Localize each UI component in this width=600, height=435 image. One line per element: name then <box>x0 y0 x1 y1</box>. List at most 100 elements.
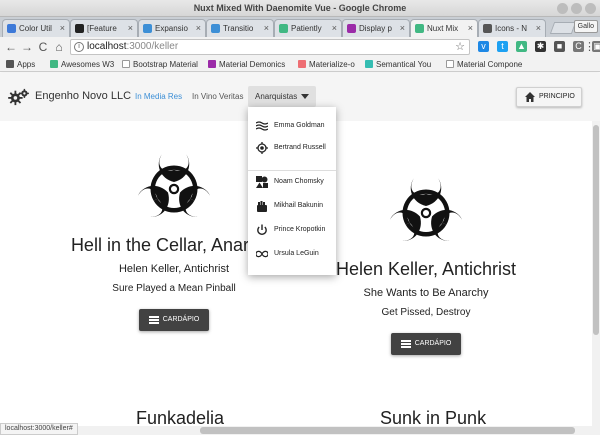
dropdown-item-noam-chomsky[interactable]: Noam Chomsky <box>248 171 336 193</box>
bookmark-label: Materialize-o <box>309 60 355 69</box>
extension-icon[interactable]: C <box>573 41 584 52</box>
address-host: localhost <box>87 41 127 52</box>
dropdown-item-prince-kropotkin[interactable]: Prince Kropotkin <box>248 219 336 241</box>
biohazard-icon <box>389 178 463 241</box>
tab-label: Icons - N <box>495 24 528 33</box>
tab-favicon-icon <box>483 24 492 33</box>
new-tab-button[interactable] <box>549 22 577 34</box>
card-description: Get Pissed, Destroy <box>381 307 471 318</box>
waves-icon <box>256 121 268 131</box>
extension-icons: v t ▲ ✱ ■ C ▣ <box>478 41 600 52</box>
browser-tab[interactable]: Expansio × <box>138 19 206 37</box>
anarquistas-dropdown-trigger[interactable]: Anarquistas <box>248 86 317 107</box>
extension-icon[interactable]: ■ <box>554 41 565 52</box>
browser-menu-icon[interactable]: ⋮ <box>584 40 595 53</box>
scrollbar-thumb[interactable] <box>200 427 575 434</box>
info-icon[interactable]: i <box>74 42 84 52</box>
close-icon[interactable]: × <box>536 20 541 37</box>
browser-toolbar: ← → C ⌂ i localhost:3000/keller ☆ v t ▲ … <box>0 37 600 57</box>
bookmark-icon <box>208 60 216 68</box>
cardapio-label: CARDÁPIO <box>162 316 200 323</box>
page-icon <box>446 60 454 68</box>
tab-label: Patiently <box>291 24 322 33</box>
bookmark-apps[interactable]: Apps <box>6 57 35 72</box>
close-icon[interactable]: × <box>468 20 473 37</box>
dropdown-item-mikhail-bakunin[interactable]: Mikhail Bakunin <box>248 195 336 217</box>
dropdown-item-label: Mikhail Bakunin <box>274 202 324 209</box>
close-window-button[interactable] <box>585 3 596 14</box>
dropdown-label: Anarquistas <box>255 92 298 101</box>
cardapio-button[interactable]: CARDÁPIO <box>391 333 461 355</box>
extension-icon[interactable]: v <box>478 41 489 52</box>
vertical-scrollbar[interactable] <box>592 121 600 426</box>
principio-label: PRINCIPIO <box>539 93 575 100</box>
close-icon[interactable]: × <box>400 20 405 37</box>
home-icon[interactable]: ⌂ <box>52 39 66 55</box>
puzzle-icon[interactable]: ✱ <box>535 41 546 52</box>
card-subtitle: She Wants to Be Anarchy <box>363 287 489 299</box>
card-title: Sunk in Punk <box>380 408 487 426</box>
bookmark-star-icon[interactable]: ☆ <box>455 40 465 54</box>
nav-link-in-media-res[interactable]: In Media Res <box>135 92 182 101</box>
tab-favicon-icon <box>279 24 288 33</box>
status-url: localhost:3000/keller# <box>0 423 78 435</box>
minimize-button[interactable] <box>557 3 568 14</box>
maximize-button[interactable] <box>571 3 582 14</box>
dropdown-item-label: Ursula LeGuin <box>274 250 319 257</box>
twitter-icon[interactable]: t <box>497 41 508 52</box>
close-icon[interactable]: × <box>60 20 65 37</box>
bookmark-item[interactable]: Material Compone <box>446 57 522 72</box>
bookmark-label: Apps <box>17 60 36 69</box>
tab-favicon-icon <box>211 24 220 33</box>
bookmark-item[interactable]: Bootstrap Material <box>122 57 198 72</box>
bookmark-item[interactable]: Material Demonics <box>208 57 285 72</box>
close-icon[interactable]: × <box>264 20 269 37</box>
tab-favicon-icon <box>75 24 84 33</box>
anarquistas-dropdown-menu: Emma Goldman Bertrand Russell Noam Choms… <box>248 107 336 275</box>
browser-tab[interactable]: Display p × <box>342 19 410 37</box>
browser-tab[interactable]: Icons - N × <box>478 19 546 37</box>
browser-tab-active[interactable]: Nuxt Mix × <box>410 19 478 38</box>
bookmark-item[interactable]: Semantical You <box>365 57 431 72</box>
window-controls <box>557 3 596 14</box>
close-icon[interactable]: × <box>332 20 337 37</box>
browser-tab[interactable]: Patiently × <box>274 19 342 37</box>
address-bar[interactable]: i localhost:3000/keller ☆ <box>70 39 470 55</box>
close-icon[interactable]: × <box>128 20 133 37</box>
nav-link-in-vino-veritas[interactable]: In Vino Veritas <box>192 92 243 101</box>
reload-icon[interactable]: C <box>36 39 50 55</box>
dropdown-item-emma-goldman[interactable]: Emma Goldman <box>248 115 336 137</box>
profile-chip[interactable]: Gallo <box>573 20 598 33</box>
horizontal-scrollbar[interactable] <box>0 426 600 435</box>
forward-arrow-icon[interactable]: → <box>20 39 34 55</box>
infinity-icon <box>256 250 268 258</box>
close-icon[interactable]: × <box>196 20 201 37</box>
page-icon <box>122 60 130 68</box>
shapes-icon <box>256 176 268 188</box>
dropdown-item-ursula-leguin[interactable]: Ursula LeGuin <box>248 243 336 265</box>
browser-tab[interactable]: Transitio × <box>206 19 274 37</box>
tab-label: Display p <box>359 24 392 33</box>
vue-icon[interactable]: ▲ <box>516 41 527 52</box>
bookmark-label: Awesomes W3 <box>61 60 115 69</box>
brand-title[interactable]: Engenho Novo LLC <box>35 90 131 102</box>
gears-icon[interactable] <box>8 88 30 106</box>
bookmark-item[interactable]: Awesomes W3 <box>50 57 114 72</box>
tab-label: Color Util <box>19 24 52 33</box>
back-arrow-icon[interactable]: ← <box>4 39 18 55</box>
bookmark-item[interactable]: Materialize-o <box>298 57 355 72</box>
tab-favicon-icon <box>415 24 424 33</box>
bookmark-label: Material Compone <box>457 60 523 69</box>
window-title: Nuxt Mixed With Daenomite Vue - Google C… <box>193 3 407 13</box>
house-icon <box>525 92 535 102</box>
dropdown-item-bertrand-russell[interactable]: Bertrand Russell <box>248 137 336 159</box>
tab-strip: Color Util × [Feature × Expansio × Trans… <box>0 17 600 38</box>
browser-tab[interactable]: Color Util × <box>2 19 70 37</box>
tab-favicon-icon <box>143 24 152 33</box>
cardapio-button[interactable]: CARDÁPIO <box>139 309 209 331</box>
scrollbar-thumb[interactable] <box>593 125 599 335</box>
dropdown-item-label: Emma Goldman <box>274 122 325 129</box>
principio-button[interactable]: PRINCIPIO <box>516 87 582 107</box>
bookmark-label: Material Demonics <box>219 60 286 69</box>
browser-tab[interactable]: [Feature × <box>70 19 138 37</box>
